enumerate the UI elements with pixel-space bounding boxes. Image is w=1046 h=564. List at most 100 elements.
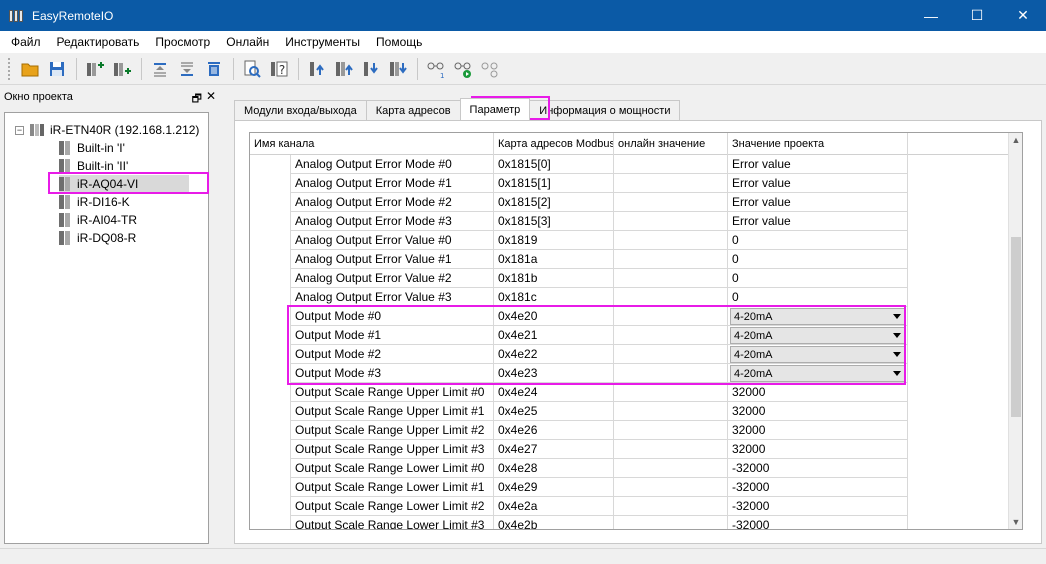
cell-online-value[interactable] — [614, 269, 728, 288]
tree-item-ir-di16-k[interactable]: iR-DI16-K — [59, 193, 130, 211]
cell-channel-name[interactable]: Output Scale Range Upper Limit #0 — [290, 383, 494, 402]
cell-online-value[interactable] — [614, 402, 728, 421]
scroll-up-icon[interactable]: ▲ — [1009, 133, 1022, 147]
table-row[interactable]: Output Scale Range Lower Limit #3 0x4e2b -… — [250, 516, 1010, 529]
cell-modbus-address[interactable]: 0x1815[1] — [494, 174, 614, 193]
insert-module-button[interactable] — [109, 56, 135, 82]
upload-all-button[interactable] — [331, 56, 357, 82]
tab-address-map[interactable]: Карта адресов — [365, 100, 461, 120]
cell-modbus-address[interactable]: 0x4e29 — [494, 478, 614, 497]
cell-channel-name[interactable]: Output Scale Range Lower Limit #1 — [290, 478, 494, 497]
cell-project-value[interactable]: 32000 — [728, 402, 908, 421]
save-button[interactable] — [44, 56, 70, 82]
tab-power-info[interactable]: Информация о мощности — [529, 100, 681, 120]
minimize-button[interactable]: — — [908, 0, 954, 31]
pane-close-icon[interactable]: ✕ — [206, 89, 216, 103]
cell-online-value[interactable] — [614, 383, 728, 402]
search-button[interactable] — [239, 56, 265, 82]
scroll-down-icon[interactable]: ▼ — [1009, 515, 1022, 529]
cell-online-value[interactable] — [614, 478, 728, 497]
cell-online-value[interactable] — [614, 155, 728, 174]
scroll-thumb[interactable] — [1011, 237, 1021, 417]
cell-project-value[interactable]: -32000 — [728, 459, 908, 478]
download-all-button[interactable] — [385, 56, 411, 82]
connect-run-button[interactable] — [450, 56, 476, 82]
menu-online[interactable]: Онлайн — [218, 35, 277, 49]
tree-item-ir-ai04-tr[interactable]: iR-AI04-TR — [59, 211, 137, 229]
cell-channel-name[interactable]: Analog Output Error Value #0 — [290, 231, 494, 250]
cell-project-value[interactable]: 0 — [728, 269, 908, 288]
col-header-address[interactable]: Карта адресов Modbus — [494, 133, 614, 155]
cell-project-value[interactable]: 32000 — [728, 421, 908, 440]
help-button[interactable]: ? — [266, 56, 292, 82]
move-up-button[interactable] — [147, 56, 173, 82]
cell-channel-name[interactable]: Analog Output Error Mode #2 — [290, 193, 494, 212]
pin-icon[interactable]: 🗗 — [192, 90, 202, 109]
cell-channel-name[interactable]: Output Scale Range Upper Limit #3 — [290, 440, 494, 459]
cell-modbus-address[interactable]: 0x181b — [494, 269, 614, 288]
upload-button[interactable] — [304, 56, 330, 82]
cell-channel-name[interactable]: Output Scale Range Lower Limit #0 — [290, 459, 494, 478]
cell-channel-name[interactable]: Analog Output Error Mode #1 — [290, 174, 494, 193]
collapse-icon[interactable]: − — [15, 125, 24, 135]
cell-channel-name[interactable]: Output Scale Range Lower Limit #3 — [290, 516, 494, 529]
tab-parameter[interactable]: Параметр — [459, 98, 531, 120]
cell-channel-name[interactable]: Output Scale Range Lower Limit #2 — [290, 497, 494, 516]
table-row[interactable]: Output Scale Range Upper Limit #0 0x4e24 3… — [250, 383, 1010, 402]
cell-modbus-address[interactable]: 0x4e2a — [494, 497, 614, 516]
cell-modbus-address[interactable]: 0x4e28 — [494, 459, 614, 478]
maximize-button[interactable]: ☐ — [954, 0, 1000, 31]
cell-project-value[interactable]: 32000 — [728, 383, 908, 402]
cell-channel-name[interactable]: Analog Output Error Value #1 — [290, 250, 494, 269]
cell-channel-name[interactable]: Analog Output Error Value #2 — [290, 269, 494, 288]
cell-project-value[interactable]: -32000 — [728, 497, 908, 516]
cell-project-value[interactable]: Error value — [728, 212, 908, 231]
tree-item-ir-dq08-r[interactable]: iR-DQ08-R — [59, 229, 136, 247]
cell-project-value[interactable]: Error value — [728, 174, 908, 193]
table-row[interactable]: Analog Output Error Value #1 0x181a 0 — [250, 250, 1010, 269]
col-header-name[interactable]: Имя канала — [250, 133, 494, 155]
open-button[interactable] — [17, 56, 43, 82]
table-row[interactable]: Analog Output Error Mode #3 0x1815[3] Erro… — [250, 212, 1010, 231]
cell-channel-name[interactable]: Output Scale Range Upper Limit #2 — [290, 421, 494, 440]
menu-tools[interactable]: Инструменты — [277, 35, 368, 49]
col-header-online[interactable]: онлайн значение — [614, 133, 728, 155]
cell-online-value[interactable] — [614, 212, 728, 231]
cell-modbus-address[interactable]: 0x4e24 — [494, 383, 614, 402]
toolbar-grip[interactable] — [8, 57, 11, 80]
cell-modbus-address[interactable]: 0x4e26 — [494, 421, 614, 440]
cell-modbus-address[interactable]: 0x1819 — [494, 231, 614, 250]
table-row[interactable]: Analog Output Error Value #0 0x1819 0 — [250, 231, 1010, 250]
cell-online-value[interactable] — [614, 250, 728, 269]
cell-online-value[interactable] — [614, 497, 728, 516]
cell-project-value[interactable]: 0 — [728, 231, 908, 250]
table-row[interactable]: Output Scale Range Lower Limit #2 0x4e2a -… — [250, 497, 1010, 516]
cell-modbus-address[interactable]: 0x1815[0] — [494, 155, 614, 174]
table-row[interactable]: Output Scale Range Upper Limit #3 0x4e27 3… — [250, 440, 1010, 459]
cell-online-value[interactable] — [614, 516, 728, 529]
table-row[interactable]: Analog Output Error Value #2 0x181b 0 — [250, 269, 1010, 288]
table-row[interactable]: Output Scale Range Lower Limit #1 0x4e29 -… — [250, 478, 1010, 497]
cell-online-value[interactable] — [614, 421, 728, 440]
table-row[interactable]: Analog Output Error Mode #0 0x1815[0] Erro… — [250, 155, 1010, 174]
table-row[interactable]: Output Scale Range Lower Limit #0 0x4e28 -… — [250, 459, 1010, 478]
menu-help[interactable]: Помощь — [368, 35, 430, 49]
cell-channel-name[interactable]: Analog Output Error Mode #3 — [290, 212, 494, 231]
close-button[interactable]: ✕ — [1000, 0, 1046, 31]
delete-button[interactable] — [201, 56, 227, 82]
tree-item-builtin-i[interactable]: Built-in 'I' — [59, 139, 125, 157]
cell-online-value[interactable] — [614, 174, 728, 193]
table-row[interactable]: Output Scale Range Upper Limit #1 0x4e25 3… — [250, 402, 1010, 421]
download-button[interactable] — [358, 56, 384, 82]
cell-channel-name[interactable]: Output Scale Range Upper Limit #1 — [290, 402, 494, 421]
cell-project-value[interactable]: Error value — [728, 155, 908, 174]
add-module-button[interactable] — [82, 56, 108, 82]
connect-button[interactable]: 1 — [423, 56, 449, 82]
cell-online-value[interactable] — [614, 231, 728, 250]
cell-modbus-address[interactable]: 0x181a — [494, 250, 614, 269]
cell-project-value[interactable]: -32000 — [728, 516, 908, 529]
table-row[interactable]: Analog Output Error Mode #1 0x1815[1] Erro… — [250, 174, 1010, 193]
menu-file[interactable]: Файл — [3, 35, 49, 49]
cell-online-value[interactable] — [614, 459, 728, 478]
cell-project-value[interactable]: -32000 — [728, 478, 908, 497]
